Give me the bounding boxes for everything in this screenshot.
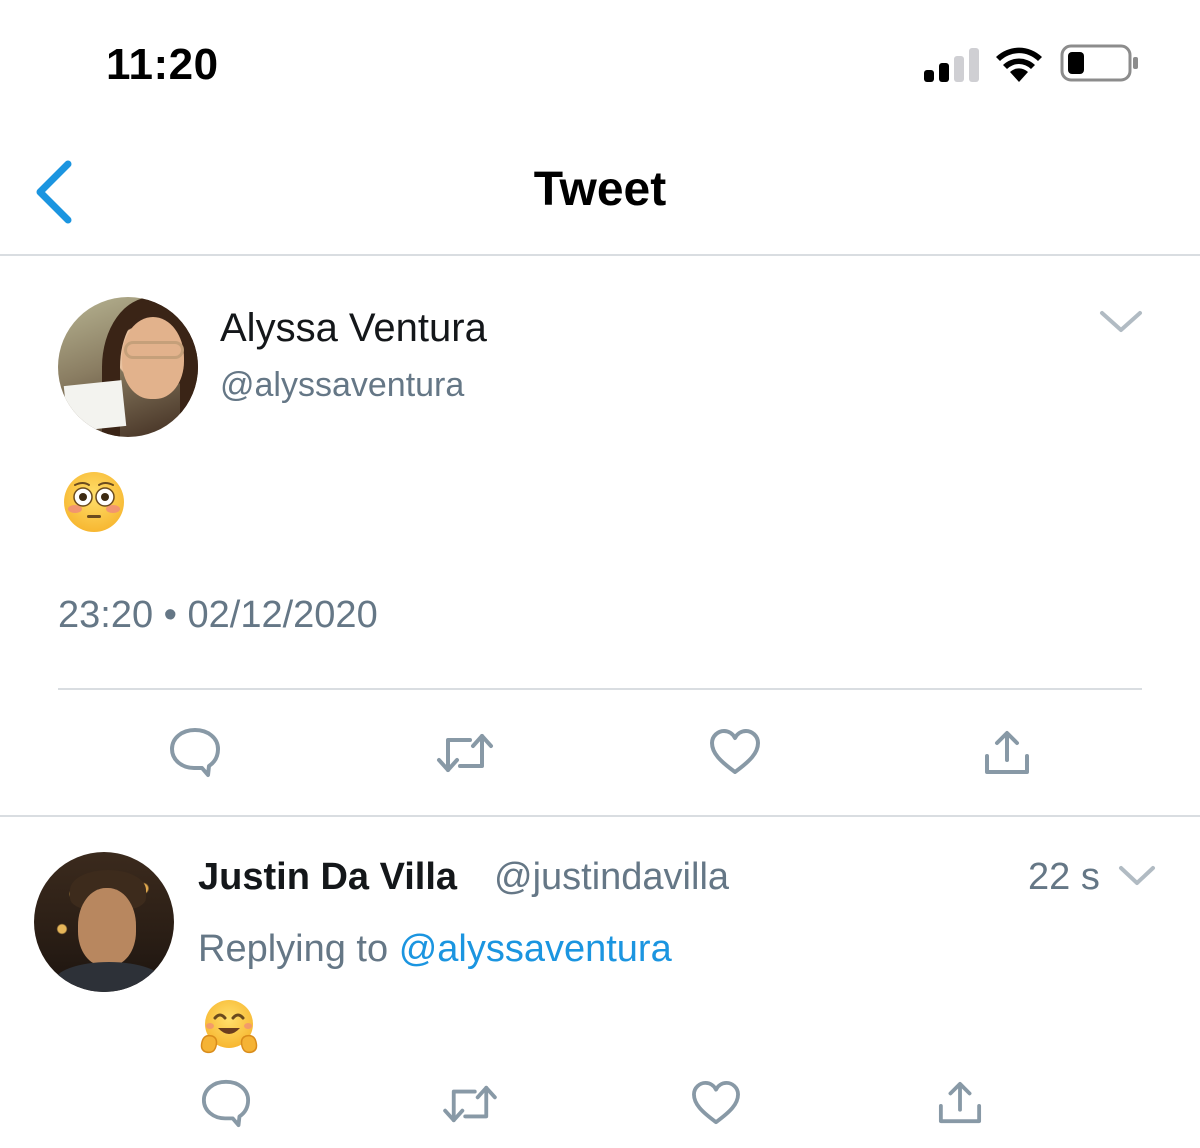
wifi-icon — [996, 47, 1042, 82]
author-name[interactable]: Alyssa Ventura — [220, 306, 487, 351]
retweet-icon — [437, 734, 493, 772]
retweet-icon — [443, 1085, 497, 1123]
chevron-down-icon[interactable] — [1118, 864, 1156, 888]
reply-button[interactable] — [168, 726, 222, 778]
reply-icon — [170, 728, 220, 777]
share-button[interactable] — [984, 730, 1030, 776]
avatar-shirt — [54, 962, 164, 992]
cellular-signal-icon — [924, 48, 979, 82]
avatar-face — [78, 888, 136, 966]
reply-author-handle[interactable]: @justindavilla — [494, 856, 729, 899]
like-icon — [710, 729, 760, 774]
like-button[interactable] — [690, 1080, 742, 1126]
status-time: 11:20 — [106, 40, 219, 89]
retweet-button[interactable] — [442, 1082, 498, 1126]
hugging-face-emoji — [200, 1000, 258, 1054]
battery-icon — [1060, 44, 1138, 82]
reply-avatar[interactable] — [34, 852, 174, 992]
reply-icon — [201, 1079, 251, 1128]
tweet-section-divider — [0, 815, 1200, 817]
retweet-button[interactable] — [436, 730, 494, 776]
replying-to: Replying to @alyssaventura — [198, 928, 672, 971]
like-icon — [692, 1080, 740, 1125]
replying-prefix: Replying to — [198, 928, 389, 970]
share-icon — [985, 731, 1029, 774]
tweet-timestamp: 23:20 • 02/12/2020 — [58, 594, 378, 636]
reply-author-name[interactable]: Justin Da Villa — [198, 856, 457, 899]
share-icon — [938, 1081, 982, 1124]
flushed-face-emoji — [64, 472, 124, 532]
tweet-divider — [58, 688, 1142, 690]
avatar-glasses — [124, 341, 184, 359]
reply-time: 22 s — [1028, 856, 1100, 898]
mention-link[interactable]: @alyssaventura — [399, 928, 672, 970]
page-title: Tweet — [533, 163, 667, 216]
author-handle[interactable]: @alyssaventura — [220, 366, 464, 405]
like-button[interactable] — [708, 728, 762, 776]
reply-button[interactable] — [200, 1078, 252, 1128]
header-divider — [0, 254, 1200, 256]
avatar[interactable] — [58, 297, 198, 437]
share-button[interactable] — [938, 1080, 982, 1126]
chevron-down-icon[interactable] — [1098, 308, 1144, 336]
avatar-paper — [63, 380, 127, 432]
